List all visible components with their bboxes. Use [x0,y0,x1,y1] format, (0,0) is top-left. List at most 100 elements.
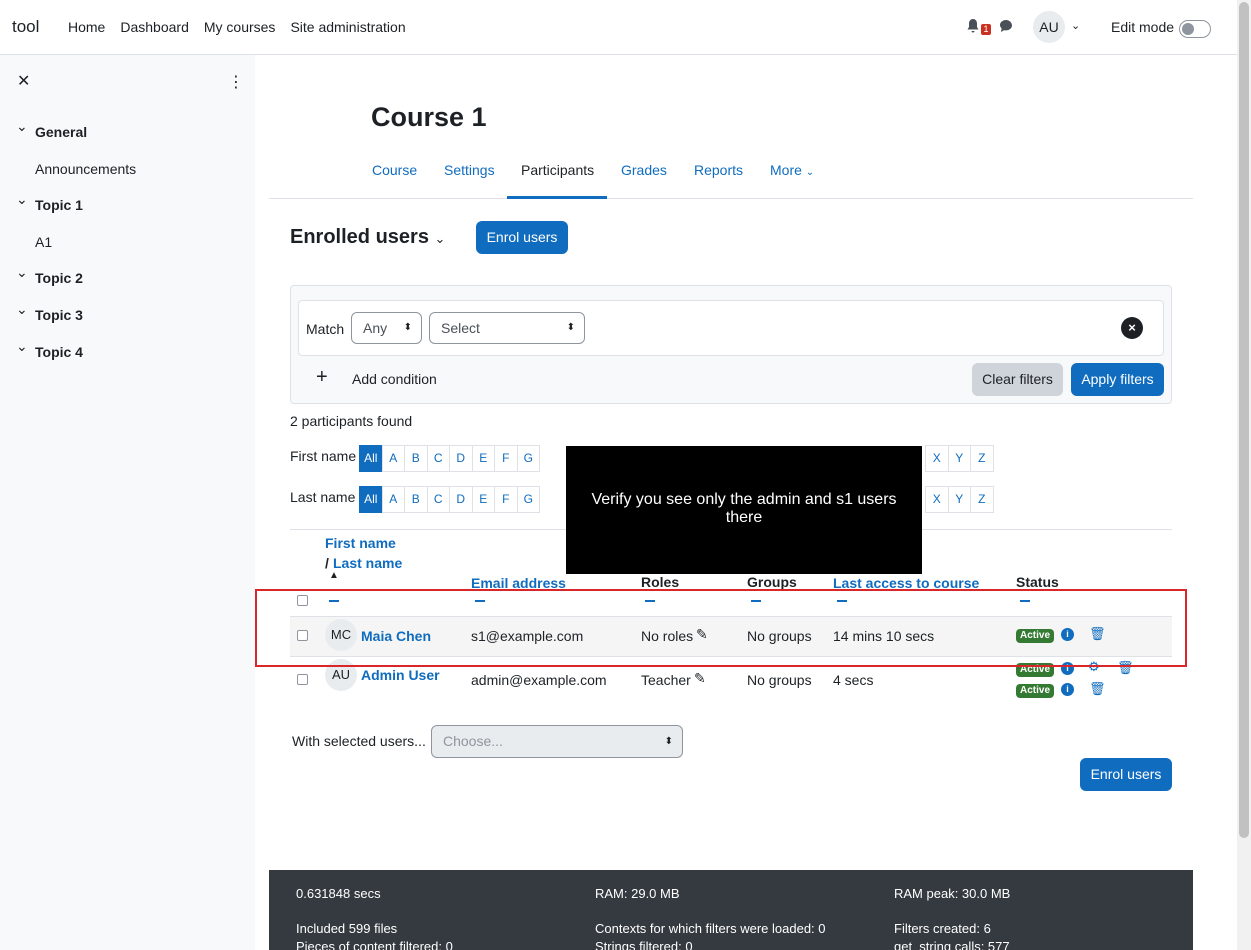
column-status: Status [1016,574,1059,590]
unenrol-trash-icon[interactable]: 🗑 [1089,681,1106,697]
drawer-section-topic-1[interactable]: Topic 1 [16,191,83,213]
column-last-name[interactable]: Last name [333,555,402,571]
initial-c[interactable]: C [426,445,450,472]
drawer-section-topic-3[interactable]: Topic 3 [16,301,83,323]
initial-x[interactable]: X [925,486,949,513]
initial-y[interactable]: Y [947,445,971,472]
initial-z[interactable]: Z [970,445,994,472]
remove-condition-icon[interactable]: × [1121,317,1143,339]
initial-e[interactable]: E [471,445,495,472]
footer-time: 0.631848 secs [296,886,381,901]
status-badge: Active [1016,684,1055,698]
footer-string-calls: get_string calls: 577 [894,939,1010,950]
enrolled-users-heading[interactable]: Enrolled users ⌄ [290,226,445,249]
tab-more[interactable]: More ⌄ [770,162,814,178]
scrollbar-thumb[interactable] [1239,2,1249,838]
nav-site-administration[interactable]: Site administration [290,19,405,35]
site-brand[interactable]: tool [12,17,39,37]
tab-course[interactable]: Course [372,162,417,178]
enrolment-info-icon[interactable]: i [1061,683,1074,696]
drawer-options-icon[interactable]: ⋮ [228,72,244,92]
nav-dashboard[interactable]: Dashboard [120,19,189,35]
page-title: Course 1 [371,102,487,132]
initial-a[interactable]: A [381,486,405,513]
participant-last-access: 4 secs [833,672,874,688]
edit-mode-toggle[interactable] [1179,20,1211,38]
drawer-section-general[interactable]: General [16,118,87,140]
chevron-down-icon: ⌄ [434,231,446,246]
participant-name-link[interactable]: Admin User [361,667,440,683]
initial-g[interactable]: G [516,445,540,472]
notification-count-badge: 1 [981,24,991,35]
footer-included-files: Included 599 files [296,921,398,936]
initial-all[interactable]: All [359,445,383,472]
add-condition-plus-icon[interactable]: + [316,366,328,389]
edit-mode-label: Edit mode [1111,19,1175,35]
initial-x[interactable]: X [925,445,949,472]
notification-bell-icon[interactable] [966,18,980,34]
column-groups: Groups [747,574,797,590]
initial-y[interactable]: Y [947,486,971,513]
initial-z[interactable]: Z [970,486,994,513]
column-roles: Roles [641,574,680,590]
messages-icon[interactable] [999,19,1013,33]
initial-b[interactable]: B [404,445,428,472]
column-slash: / [325,555,329,571]
last-name-initials-bar: All A B C D E F G [359,486,540,513]
tab-participants[interactable]: Participants [521,162,594,178]
initial-d[interactable]: D [449,445,473,472]
enrol-users-button-bottom[interactable]: Enrol users [1080,758,1172,791]
active-tab-indicator [507,196,607,199]
with-selected-select[interactable]: Choose... [431,725,683,758]
chevron-down-icon: ⌄ [805,167,815,178]
close-drawer-icon[interactable]: ✕ [17,71,30,91]
main-content: Course 1 Course Settings Participants Gr… [255,55,1237,950]
filter-type-select[interactable]: Select [429,312,585,344]
footer-ram: RAM: 29.0 MB [595,886,680,901]
participant-email: admin@example.com [471,672,607,688]
primary-navigation: Home Dashboard My courses Site administr… [68,19,421,35]
nav-my-courses[interactable]: My courses [204,19,276,35]
drawer-section-topic-4[interactable]: Topic 4 [16,338,83,360]
initial-f[interactable]: F [494,445,518,472]
top-navbar: tool Home Dashboard My courses Site admi… [0,0,1237,55]
participants-found-count: 2 participants found [290,413,413,429]
performance-footer: 0.631848 secs RAM: 29.0 MB RAM peak: 30.… [269,870,1193,950]
drawer-item-announcements[interactable]: Announcements [35,161,136,177]
clear-filters-button[interactable]: Clear filters [972,363,1063,396]
apply-filters-button[interactable]: Apply filters [1071,363,1164,396]
add-condition-link[interactable]: Add condition [352,371,437,387]
initial-f[interactable]: F [494,486,518,513]
highlight-box [255,589,1187,667]
footer-ram-peak: RAM peak: 30.0 MB [894,886,1011,901]
course-index-drawer: ✕ ⋮ General Announcements Topic 1 A1 Top… [0,55,255,950]
initial-all[interactable]: All [359,486,383,513]
enrol-users-button[interactable]: Enrol users [476,221,568,254]
last-name-initials-bar-end: X Y Z [925,486,994,513]
initial-e[interactable]: E [471,486,495,513]
edit-roles-pencil-icon[interactable]: ✎ [694,670,706,687]
initial-d[interactable]: D [449,486,473,513]
initial-a[interactable]: A [381,445,405,472]
with-selected-label: With selected users... [292,733,426,749]
drawer-section-topic-2[interactable]: Topic 2 [16,264,83,286]
tab-more-label: More [770,162,802,178]
last-name-initials-label: Last name [290,489,356,505]
tab-grades[interactable]: Grades [621,162,667,178]
first-name-initials-bar-end: X Y Z [925,445,994,472]
footer-filters-created: Filters created: 6 [894,921,991,936]
nav-home[interactable]: Home [68,19,105,35]
tab-reports[interactable]: Reports [694,162,743,178]
initial-b[interactable]: B [404,486,428,513]
drawer-item-a1[interactable]: A1 [35,234,52,250]
user-menu-chevron-icon[interactable]: ⌄ [1071,19,1080,32]
tab-settings[interactable]: Settings [444,162,495,178]
match-select[interactable]: Any [351,312,422,344]
row-select-checkbox[interactable] [297,674,308,685]
match-label: Match [306,321,345,337]
initial-c[interactable]: C [426,486,450,513]
column-first-name[interactable]: First name [325,535,396,551]
user-avatar[interactable]: AU [1033,11,1065,43]
initial-g[interactable]: G [516,486,540,513]
footer-pieces-filtered: Pieces of content filtered: 0 [296,939,453,950]
